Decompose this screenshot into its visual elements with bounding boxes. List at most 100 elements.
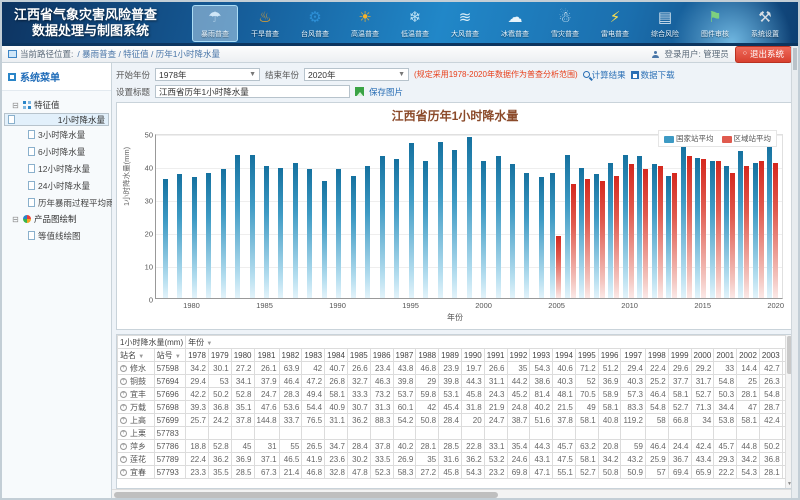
bar-regional-2007[interactable] xyxy=(585,179,590,298)
bar-national-2010[interactable] xyxy=(623,155,628,298)
nav-item-rainstorm[interactable]: ☂ 暴雨普查 xyxy=(192,5,238,42)
expand-icon[interactable]: + xyxy=(120,378,127,385)
nav-item-hail[interactable]: ☁ 冰雹普查 xyxy=(492,5,538,42)
nav-item-map-review[interactable]: ⚑ 图件审核 xyxy=(692,5,738,42)
measure-header[interactable]: 1小时降水量(mm) xyxy=(118,336,186,349)
year-column-header[interactable]: 1992 xyxy=(507,349,530,362)
year-column-header[interactable]: 1982 xyxy=(279,349,302,362)
expand-icon[interactable]: + xyxy=(120,469,127,476)
year-column-header[interactable]: 2000 xyxy=(691,349,714,362)
bar-national-2005[interactable] xyxy=(550,173,555,299)
bar-national-1990[interactable] xyxy=(336,169,341,298)
bar-regional-2009[interactable] xyxy=(614,176,619,298)
bar-regional-2016[interactable] xyxy=(716,161,721,298)
table-row-上高[interactable]: +上高 5769925.724.237.8144.833.776.531.136… xyxy=(118,414,786,427)
bar-national-2011[interactable] xyxy=(637,156,642,298)
bar-national-1991[interactable] xyxy=(351,176,356,298)
bar-national-2001[interactable] xyxy=(496,156,501,298)
year-column-header[interactable]: 1986 xyxy=(370,349,393,362)
end-year-select[interactable]: 2020年▼ xyxy=(304,68,409,81)
collapse-icon[interactable]: ⊟ xyxy=(12,215,20,224)
nav-item-gale[interactable]: ≋ 大风普查 xyxy=(442,5,488,42)
year-column-header[interactable]: 2002 xyxy=(737,349,760,362)
bar-national-2018[interactable] xyxy=(738,151,743,298)
chart-title-input[interactable] xyxy=(155,85,350,98)
year-column-header[interactable]: 1989 xyxy=(439,349,462,362)
table-row-上栗[interactable]: +上栗 57783 xyxy=(118,427,786,440)
year-column-header[interactable]: 1983 xyxy=(302,349,325,362)
bar-national-2008[interactable] xyxy=(594,174,599,298)
sidebar-item-12小时降水量[interactable]: 12小时降水量 xyxy=(4,160,109,177)
bar-national-2007[interactable] xyxy=(579,168,584,298)
bar-regional-2013[interactable] xyxy=(672,173,677,299)
table-horizontal-scrollbar[interactable] xyxy=(112,489,798,498)
expand-icon[interactable]: + xyxy=(120,417,127,424)
scrollbar-thumb[interactable] xyxy=(114,492,498,498)
bar-national-2013[interactable] xyxy=(666,176,671,298)
table-row-万载[interactable]: +万载 5769839.336.835.147.653.654.440.930.… xyxy=(118,401,786,414)
bar-national-1986[interactable] xyxy=(278,168,283,298)
year-column-header[interactable]: 1999 xyxy=(668,349,691,362)
bar-regional-2014[interactable] xyxy=(687,156,692,298)
table-row-宜丰[interactable]: +宜丰 5769642.250.252.824.728.349.458.133.… xyxy=(118,388,786,401)
sidebar-item-1小时降水量[interactable]: 1小时降水量 xyxy=(4,113,109,126)
year-column-header[interactable]: 1994 xyxy=(553,349,576,362)
bar-national-1978[interactable] xyxy=(163,179,168,298)
bar-regional-2018[interactable] xyxy=(744,166,749,298)
bar-national-1999[interactable] xyxy=(467,137,472,298)
bar-regional-2011[interactable] xyxy=(643,169,648,298)
bar-national-1998[interactable] xyxy=(452,150,457,298)
year-column-header[interactable]: 1988 xyxy=(416,349,439,362)
bar-national-1983[interactable] xyxy=(235,155,240,298)
nav-item-settings[interactable]: ⚒ 系统设置 xyxy=(742,5,788,42)
bar-national-2020[interactable] xyxy=(767,145,772,298)
expand-icon[interactable]: + xyxy=(120,391,127,398)
bar-regional-2006[interactable] xyxy=(571,184,576,298)
download-button[interactable]: 数据下载 xyxy=(631,69,675,81)
window-scrollbar[interactable] xyxy=(791,46,798,498)
save-image-button[interactable]: 保存图片 xyxy=(369,86,403,98)
table-row-萍乡[interactable]: +萍乡 5778618.852.845315526.534.728.437.84… xyxy=(118,440,786,453)
table-row-铜鼓[interactable]: +铜鼓 5769429.45334.137.946.447.226.832.74… xyxy=(118,375,786,388)
station-id-header[interactable]: 站号 ▼ xyxy=(154,349,186,362)
year-column-header[interactable]: 1995 xyxy=(575,349,598,362)
bar-national-2006[interactable] xyxy=(565,155,570,298)
bar-national-2000[interactable] xyxy=(481,161,486,298)
bar-national-1995[interactable] xyxy=(409,143,414,298)
expand-icon[interactable]: + xyxy=(120,443,127,450)
year-axis-header[interactable]: 年份 ▼ xyxy=(186,336,785,349)
sidebar-item-3小时降水量[interactable]: 3小时降水量 xyxy=(4,126,109,143)
year-column-header[interactable]: 1990 xyxy=(461,349,484,362)
bar-national-1988[interactable] xyxy=(307,169,312,298)
bar-national-2004[interactable] xyxy=(539,177,544,298)
expand-icon[interactable]: + xyxy=(120,456,127,463)
expand-icon[interactable]: + xyxy=(120,365,127,372)
table-row-莲花[interactable]: +莲花 5778922.436.236.937.146.541.923.630.… xyxy=(118,453,786,466)
nav-item-drought[interactable]: ♨ 干旱普查 xyxy=(242,5,288,42)
nav-item-high-temp[interactable]: ☀ 高温普查 xyxy=(342,5,388,42)
year-column-header[interactable]: 1991 xyxy=(484,349,507,362)
collapse-icon[interactable]: ⊟ xyxy=(12,101,20,110)
logout-button[interactable]: ○ 退出系统 xyxy=(735,46,792,63)
year-column-header[interactable]: 1987 xyxy=(393,349,416,362)
bar-national-1997[interactable] xyxy=(438,142,443,298)
start-year-select[interactable]: 1978年▼ xyxy=(155,68,260,81)
bar-regional-2010[interactable] xyxy=(629,164,634,298)
legend-item[interactable]: 国家站平均 xyxy=(664,133,714,144)
year-column-header[interactable]: 1980 xyxy=(231,349,254,362)
table-row-修水[interactable]: +修水 5759834.230.127.226.163.94240.726.62… xyxy=(118,362,786,375)
bar-national-2015[interactable] xyxy=(695,158,700,298)
bar-regional-2005[interactable] xyxy=(556,236,561,298)
station-name-header[interactable]: 站名 ▼ xyxy=(118,349,155,362)
year-column-header[interactable]: 1996 xyxy=(598,349,621,362)
bar-national-1987[interactable] xyxy=(293,163,298,298)
bar-regional-2008[interactable] xyxy=(600,181,605,298)
calculate-button[interactable]: 计算结果 xyxy=(583,69,626,81)
bar-regional-2017[interactable] xyxy=(730,173,735,299)
bar-regional-2012[interactable] xyxy=(658,166,663,298)
bar-national-1980[interactable] xyxy=(192,177,197,298)
scrollbar-thumb[interactable] xyxy=(793,48,797,70)
bar-national-1992[interactable] xyxy=(365,166,370,298)
bar-national-1989[interactable] xyxy=(322,181,327,298)
bar-national-1993[interactable] xyxy=(380,156,385,298)
